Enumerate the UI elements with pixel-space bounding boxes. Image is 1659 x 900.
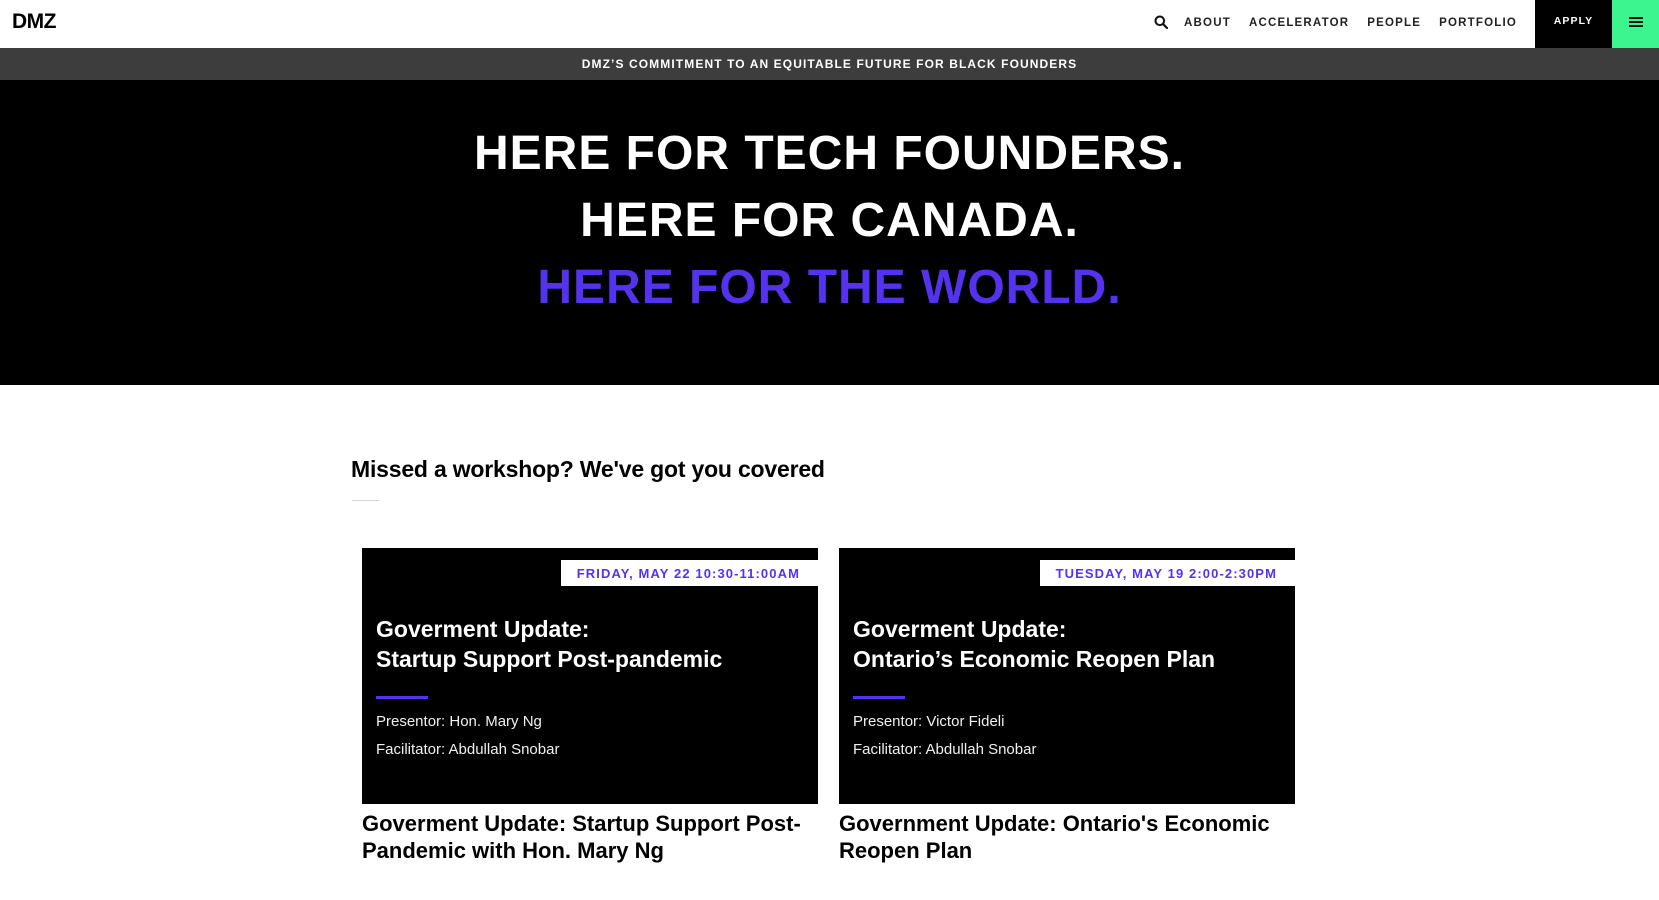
nav-about[interactable]: ABOUT bbox=[1184, 17, 1231, 29]
thumbnail-title: Goverment Update: Startup Support Post-p… bbox=[376, 616, 723, 672]
date-badge: TUESDAY, MAY 19 2:00-2:30PM bbox=[1039, 560, 1295, 586]
presenter-text: Presentor: Hon. Mary Ng bbox=[376, 713, 542, 730]
thumbnail-title: Goverment Update: Ontario’s Economic Reo… bbox=[853, 616, 1216, 672]
workshop-thumbnail[interactable]: FRIDAY, MAY 22 10:30-11:00AM Goverment U… bbox=[362, 548, 818, 804]
facilitator-text: Facilitator: Abdullah Snobar bbox=[853, 741, 1037, 758]
section-title: Missed a workshop? We've got you covered bbox=[351, 456, 825, 482]
apply-button[interactable]: APPLY bbox=[1535, 0, 1612, 48]
thumbnail-accent-rule bbox=[853, 696, 905, 699]
nav-people[interactable]: PEOPLE bbox=[1367, 17, 1421, 29]
workshop-card-title[interactable]: Government Update: Ontario's Economic Re… bbox=[839, 810, 1295, 864]
announcement-bar[interactable]: DMZ’S COMMITMENT TO AN EQUITABLE FUTURE … bbox=[0, 48, 1659, 80]
date-badge: FRIDAY, MAY 22 10:30-11:00AM bbox=[560, 560, 818, 586]
nav-portfolio[interactable]: PORTFOLIO bbox=[1439, 17, 1517, 29]
nav-accelerator[interactable]: ACCELERATOR bbox=[1249, 17, 1349, 29]
main-nav: ABOUT ACCELERATOR PEOPLE PORTFOLIO bbox=[1154, 0, 1517, 46]
dmz-logo[interactable]: DMZ bbox=[12, 11, 57, 32]
hero-line-3: HERE FOR THE WORLD. bbox=[537, 261, 1122, 314]
workshop-card[interactable]: TUESDAY, MAY 19 2:00-2:30PM Goverment Up… bbox=[839, 548, 1295, 864]
facilitator-text: Facilitator: Abdullah Snobar bbox=[376, 741, 560, 758]
thumbnail-accent-rule bbox=[376, 696, 428, 699]
hero-banner: HERE FOR TECH FOUNDERS. HERE FOR CANADA.… bbox=[0, 80, 1659, 385]
top-navigation-bar: DMZ ABOUT ACCELERATOR PEOPLE PORTFOLIO A… bbox=[0, 0, 1659, 48]
search-icon[interactable] bbox=[1154, 15, 1170, 31]
section-divider bbox=[352, 500, 379, 501]
presenter-text: Presentor: Victor Fideli bbox=[853, 713, 1005, 730]
hero-line-1: HERE FOR TECH FOUNDERS. bbox=[473, 127, 1186, 180]
workshop-thumbnail[interactable]: TUESDAY, MAY 19 2:00-2:30PM Goverment Up… bbox=[839, 548, 1295, 804]
workshop-card[interactable]: FRIDAY, MAY 22 10:30-11:00AM Goverment U… bbox=[362, 548, 818, 864]
hamburger-menu-icon[interactable] bbox=[1612, 0, 1659, 48]
announcement-text[interactable]: DMZ’S COMMITMENT TO AN EQUITABLE FUTURE … bbox=[582, 57, 1078, 71]
hero-line-2: HERE FOR CANADA. bbox=[580, 194, 1079, 247]
workshop-card-title[interactable]: Goverment Update: Startup Support Post-P… bbox=[362, 810, 818, 864]
